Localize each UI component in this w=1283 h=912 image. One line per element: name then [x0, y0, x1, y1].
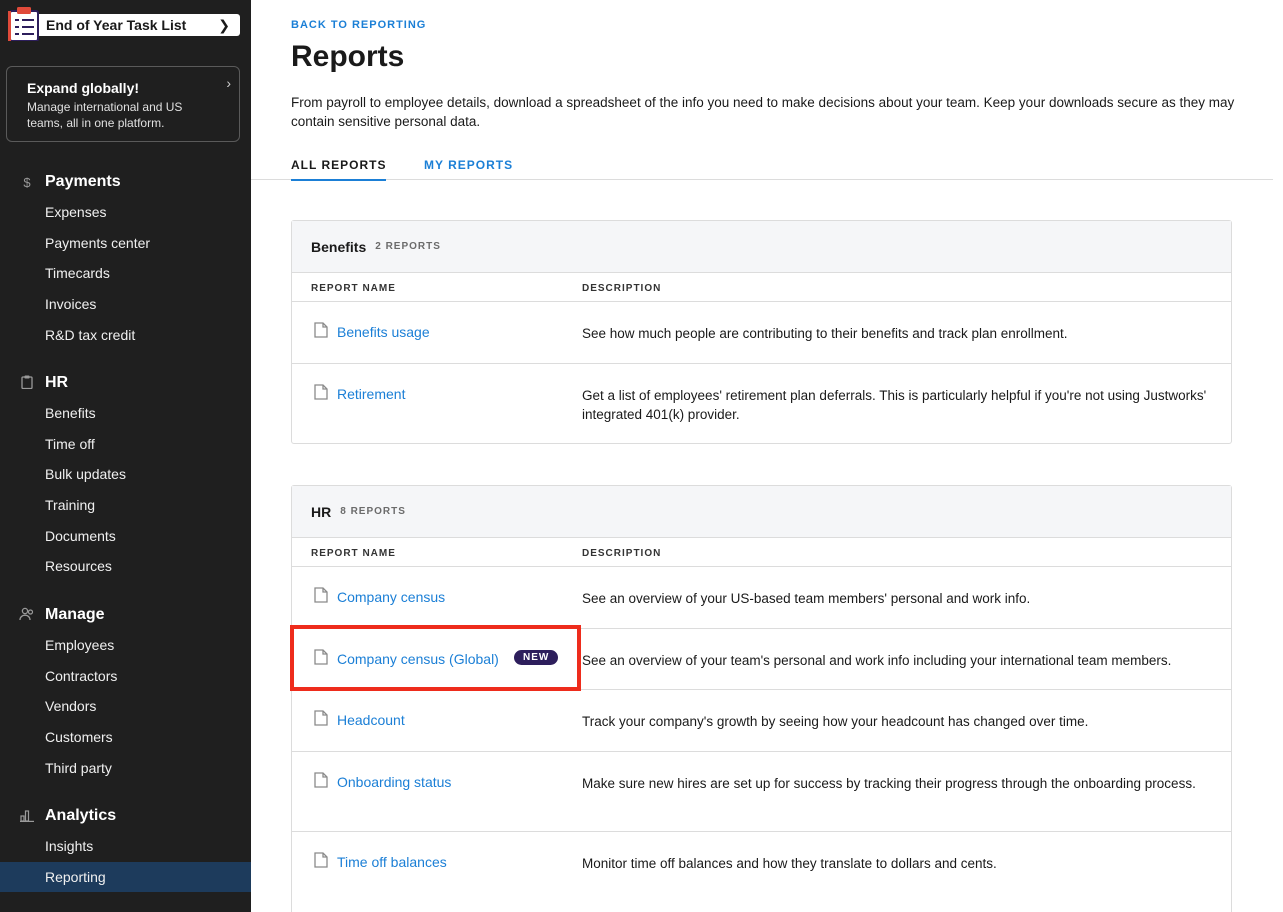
sidebar-item-third-party[interactable]: Third party — [0, 753, 251, 784]
nav-section-analytics: Analytics Insights Reporting — [0, 801, 251, 893]
document-icon — [314, 772, 328, 788]
document-icon — [314, 384, 328, 400]
nav-section-manage: Manage Employees Contractors Vendors Cus… — [0, 600, 251, 783]
end-of-year-task-list-button[interactable]: End of Year Task List ❯ — [8, 7, 240, 41]
table-row: Retirement Get a list of employees' reti… — [292, 364, 1231, 443]
table-row: Company census (Global) NEW See an overv… — [292, 629, 1231, 690]
report-link-company-census-global[interactable]: Company census (Global) — [337, 651, 499, 667]
sidebar-item-resources[interactable]: Resources — [0, 551, 251, 582]
nav-title: HR — [45, 374, 69, 391]
nav-title: Manage — [45, 606, 105, 623]
column-headers: REPORT NAME DESCRIPTION — [292, 538, 1231, 567]
card-title: HR — [311, 503, 332, 520]
document-icon — [314, 852, 328, 868]
sidebar-item-employees[interactable]: Employees — [0, 630, 251, 661]
sidebar-item-time-off[interactable]: Time off — [0, 429, 251, 460]
expand-globally-promo[interactable]: Expand globally! Manage international an… — [6, 66, 240, 142]
report-link-benefits-usage[interactable]: Benefits usage — [337, 324, 430, 340]
table-row: Time off balances Monitor time off balan… — [292, 832, 1231, 894]
clipboard-icon — [19, 375, 35, 392]
hr-reports-card: HR 8 REPORTS REPORT NAME DESCRIPTION Com… — [291, 485, 1232, 912]
nav-section-hr: HR Benefits Time off Bulk updates Traini… — [0, 368, 251, 582]
nav-title: Payments — [45, 173, 121, 190]
table-row: Benefits usage See how much people are c… — [292, 302, 1231, 364]
main-content: BACK TO REPORTING Reports From payroll t… — [251, 0, 1283, 912]
benefits-reports-card: Benefits 2 REPORTS REPORT NAME DESCRIPTI… — [291, 220, 1232, 444]
sidebar-item-vendors[interactable]: Vendors — [0, 691, 251, 722]
column-description: DESCRIPTION — [582, 548, 662, 559]
checklist-icon — [8, 7, 39, 41]
column-headers: REPORT NAME DESCRIPTION — [292, 273, 1231, 302]
report-link-onboarding-status[interactable]: Onboarding status — [337, 774, 451, 790]
document-icon — [314, 322, 328, 338]
page-intro: From payroll to employee details, downlo… — [291, 95, 1235, 129]
report-description: See an overview of your US-based team me… — [582, 591, 1031, 606]
card-header: Benefits 2 REPORTS — [292, 221, 1231, 273]
sidebar-item-contractors[interactable]: Contractors — [0, 661, 251, 692]
sidebar-item-bulk-updates[interactable]: Bulk updates — [0, 459, 251, 490]
report-link-retirement[interactable]: Retirement — [337, 386, 405, 402]
report-link-company-census[interactable]: Company census — [337, 589, 445, 605]
chevron-right-icon: › — [226, 75, 231, 91]
new-badge: NEW — [514, 650, 559, 665]
task-list-label: End of Year Task List — [46, 17, 187, 33]
nav-header-hr[interactable]: HR — [0, 368, 251, 398]
tab-my-reports[interactable]: MY REPORTS — [424, 158, 513, 179]
chevron-right-icon: ❯ — [218, 17, 230, 33]
document-icon — [314, 710, 328, 726]
sidebar-item-expenses[interactable]: Expenses — [0, 197, 251, 228]
sidebar-item-documents[interactable]: Documents — [0, 521, 251, 552]
nav-header-payments[interactable]: $ Payments — [0, 167, 251, 197]
table-row: Onboarding status Make sure new hires ar… — [292, 752, 1231, 832]
table-row: Headcount Track your company's growth by… — [292, 690, 1231, 752]
chart-icon — [19, 808, 35, 825]
table-row: Company census See an overview of your U… — [292, 567, 1231, 629]
report-description: Track your company's growth by seeing ho… — [582, 714, 1089, 729]
sidebar-item-rd-tax-credit[interactable]: R&D tax credit — [0, 320, 251, 351]
page-title: Reports — [291, 40, 405, 73]
tab-all-reports[interactable]: ALL REPORTS — [291, 158, 387, 181]
report-count: 2 REPORTS — [375, 241, 441, 252]
report-link-headcount[interactable]: Headcount — [337, 712, 405, 728]
promo-title: Expand globally! — [27, 80, 140, 96]
sidebar: End of Year Task List ❯ Expand globally!… — [0, 0, 251, 912]
sidebar-item-customers[interactable]: Customers — [0, 722, 251, 753]
nav-header-analytics[interactable]: Analytics — [0, 801, 251, 831]
sidebar-item-training[interactable]: Training — [0, 490, 251, 521]
column-description: DESCRIPTION — [582, 283, 662, 294]
sidebar-item-benefits[interactable]: Benefits — [0, 398, 251, 429]
report-count: 8 REPORTS — [340, 506, 406, 517]
column-report-name: REPORT NAME — [311, 283, 396, 294]
nav-header-manage[interactable]: Manage — [0, 600, 251, 630]
document-icon — [314, 649, 328, 665]
sidebar-item-insights[interactable]: Insights — [0, 831, 251, 862]
report-description: Get a list of employees' retirement plan… — [582, 388, 1207, 422]
card-header: HR 8 REPORTS — [292, 486, 1231, 538]
dollar-icon: $ — [23, 174, 31, 190]
report-description: Make sure new hires are set up for succe… — [582, 776, 1196, 791]
report-description: Monitor time off balances and how they t… — [582, 856, 997, 871]
card-title: Benefits — [311, 238, 367, 255]
people-icon — [19, 607, 35, 624]
report-description: See an overview of your team's personal … — [582, 653, 1172, 668]
sidebar-item-invoices[interactable]: Invoices — [0, 289, 251, 320]
nav-section-payments: $ Payments Expenses Payments center Time… — [0, 167, 251, 350]
sidebar-item-payments-center[interactable]: Payments center — [0, 228, 251, 259]
back-to-reporting-link[interactable]: BACK TO REPORTING — [291, 19, 426, 31]
nav-title: Analytics — [45, 807, 117, 824]
promo-body: Manage international and US teams, all i… — [27, 100, 183, 130]
document-icon — [314, 587, 328, 603]
sidebar-item-timecards[interactable]: Timecards — [0, 258, 251, 289]
report-link-time-off-balances[interactable]: Time off balances — [337, 854, 447, 870]
report-description: See how much people are contributing to … — [582, 326, 1068, 341]
sidebar-item-reporting[interactable]: Reporting — [0, 861, 251, 893]
report-tabs: ALL REPORTS MY REPORTS — [251, 152, 1273, 181]
column-report-name: REPORT NAME — [311, 548, 396, 559]
